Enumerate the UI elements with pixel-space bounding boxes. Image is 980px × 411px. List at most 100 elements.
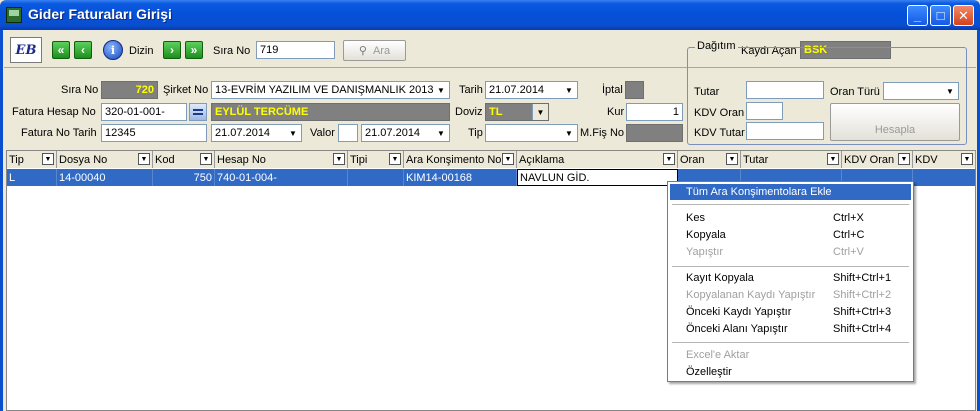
menu-item-kayit-kopyala[interactable]: Kayıt Kopyala Shift+Ctrl+1 (670, 270, 911, 286)
menu-separator (672, 266, 909, 267)
filter-dropdown-icon[interactable]: ▼ (200, 153, 212, 165)
column-header-dosya-no[interactable]: Dosya No ▼ (57, 151, 153, 168)
iptal-checkbox[interactable] (625, 81, 644, 99)
last-record-button[interactable]: » (185, 41, 203, 59)
filter-dropdown-icon[interactable]: ▼ (663, 153, 675, 165)
sira-no-value: 720 (135, 84, 154, 96)
dizin-button[interactable]: i (103, 40, 123, 60)
cell-tipi[interactable] (348, 169, 404, 186)
eb-logo-icon: EB (15, 42, 37, 58)
tip-select[interactable]: ▼ (485, 124, 578, 142)
oran-turu-value (884, 83, 942, 99)
menu-item-shortcut: Ctrl+C (833, 229, 865, 241)
doviz-label: Doviz (455, 106, 483, 118)
filter-dropdown-icon[interactable]: ▼ (389, 153, 401, 165)
close-button[interactable]: ✕ (953, 5, 974, 26)
menu-item-yapistir[interactable]: Yapıştır Ctrl+V (670, 244, 911, 260)
column-header-tutar[interactable]: Tutar ▼ (741, 151, 842, 168)
menu-item-shortcut: Shift+Ctrl+4 (833, 323, 892, 335)
tarih-label: Tarih (459, 84, 483, 96)
column-header-tip[interactable]: Tip ▼ (7, 151, 57, 168)
minimize-button[interactable]: _ (907, 5, 928, 26)
filter-dropdown-icon[interactable]: ▼ (138, 153, 150, 165)
column-header-kdv[interactable]: KDV ▼ (913, 151, 976, 168)
oran-turu-select[interactable]: ▼ (883, 82, 959, 100)
cell-tip[interactable]: L (7, 169, 57, 186)
menu-item-excele-aktar[interactable]: Excel'e Aktar (670, 347, 911, 363)
column-header-label: KDV (915, 153, 938, 166)
cell-dosya-no[interactable]: 14-00040 (57, 169, 153, 186)
column-header-hesap-no[interactable]: Hesap No ▼ (215, 151, 348, 168)
fatura-no-input[interactable]: 12345 (101, 124, 207, 142)
cell-kod[interactable]: 750 (153, 169, 215, 186)
first-record-button[interactable]: « (52, 41, 70, 59)
fatura-hesap-no-label: Fatura Hesap No (12, 106, 96, 118)
toolbar-sira-no-input[interactable]: 719 (256, 41, 335, 59)
menu-item-shortcut: Shift+Ctrl+2 (833, 289, 892, 301)
tarih-date-picker[interactable]: 21.07.2014 ▼ (485, 81, 578, 99)
column-header-label: Tutar (743, 153, 769, 166)
column-header-kod[interactable]: Kod ▼ (153, 151, 215, 168)
valor-input[interactable] (338, 124, 358, 142)
fatura-hesap-no-input[interactable]: 320-01-001- (101, 103, 187, 121)
menu-item-onceki-kaydi-yapistir[interactable]: Önceki Kaydı Yapıştır Shift+Ctrl+3 (670, 304, 911, 320)
filter-dropdown-icon[interactable]: ▼ (827, 153, 839, 165)
menu-item-shortcut: Shift+Ctrl+3 (833, 306, 892, 318)
column-header-ara-konsimento-no[interactable]: Ara Konşimento No ▼ (404, 151, 517, 168)
column-header-oran[interactable]: Oran ▼ (678, 151, 741, 168)
menu-item-onceki-alani-yapistir[interactable]: Önceki Alanı Yapıştır Shift+Ctrl+4 (670, 321, 911, 337)
doviz-value: TL (489, 106, 503, 118)
kdv-oran-input[interactable] (746, 102, 783, 120)
menu-item-label: Kopyala (686, 229, 726, 241)
kdv-oran-label: KDV Oran (694, 107, 745, 119)
filter-dropdown-icon[interactable]: ▼ (42, 153, 54, 165)
menu-item-kopyala[interactable]: Kopyala Ctrl+C (670, 227, 911, 243)
cell-hesap-no[interactable]: 740-01-004- (215, 169, 348, 186)
kur-input[interactable]: 1 (626, 103, 683, 121)
menu-item-ozellestir[interactable]: Özelleştir (670, 364, 911, 380)
column-header-tipi[interactable]: Tipi ▼ (348, 151, 404, 168)
sira-no-label: Sıra No (61, 84, 99, 96)
doviz-select[interactable]: TL ▼ (485, 103, 549, 121)
window-title: Gider Faturaları Girişi (28, 6, 172, 22)
kdv-tutar-input[interactable] (746, 122, 824, 140)
column-header-aciklama[interactable]: Açıklama ▼ (517, 151, 678, 168)
dagitim-tutar-input[interactable] (746, 81, 824, 99)
hesap-lookup-button[interactable] (189, 103, 207, 121)
filter-dropdown-icon[interactable]: ▼ (726, 153, 738, 165)
cell-ara-konsimento-no[interactable]: KIM14-00168 (404, 169, 517, 186)
column-header-label: Kod (155, 153, 175, 166)
close-icon: ✕ (958, 7, 969, 23)
next-record-button[interactable]: › (163, 41, 181, 59)
ara-button[interactable]: ⚲ Ara (343, 40, 406, 61)
fatura-tarih-date-picker[interactable]: 21.07.2014 ▼ (211, 124, 302, 142)
menu-item-kopyalanan-kaydi-yapistir[interactable]: Kopyalanan Kaydı Yapıştır Shift+Ctrl+2 (670, 287, 911, 303)
valor-date-picker[interactable]: 21.07.2014 ▼ (361, 124, 450, 142)
maximize-button[interactable]: □ (930, 5, 951, 26)
menu-item-tum-ara-konsimentolara-ekle[interactable]: Tüm Ara Konşimentolara Ekle (670, 184, 911, 200)
filter-dropdown-icon[interactable]: ▼ (333, 153, 345, 165)
sirket-no-select[interactable]: 13-EVRİM YAZILIM VE DANIŞMANLIK 2013 ▼ (211, 81, 450, 99)
dagitim-tutar-label: Tutar (694, 86, 720, 98)
hesapla-button[interactable]: Hesapla (830, 103, 960, 141)
previous-record-button[interactable]: ‹ (74, 41, 92, 59)
menu-item-shortcut: Ctrl+X (833, 212, 864, 224)
mfis-no-field (626, 124, 683, 142)
menu-item-label: Önceki Kaydı Yapıştır (686, 306, 792, 318)
menu-item-label: Yapıştır (686, 246, 724, 258)
app-icon[interactable] (6, 7, 22, 23)
filter-dropdown-icon[interactable]: ▼ (898, 153, 910, 165)
column-header-label: Hesap No (217, 153, 266, 166)
lookup-icon (193, 109, 203, 115)
cell-kdv[interactable] (913, 169, 976, 186)
menu-item-label: Excel'e Aktar (686, 349, 750, 361)
column-header-kdv-oran[interactable]: KDV Oran ▼ (842, 151, 913, 168)
dizin-label[interactable]: Dizin (129, 45, 153, 57)
filter-dropdown-icon[interactable]: ▼ (961, 153, 973, 165)
column-header-label: Tip (9, 153, 24, 166)
menu-item-kes[interactable]: Kes Ctrl+X (670, 210, 911, 226)
eb-logo-button[interactable]: EB (10, 37, 42, 63)
cell-aciklama-editor[interactable]: NAVLUN GİD. (517, 169, 678, 186)
filter-dropdown-icon[interactable]: ▼ (502, 153, 514, 165)
chevron-down-icon: ▼ (289, 128, 297, 138)
